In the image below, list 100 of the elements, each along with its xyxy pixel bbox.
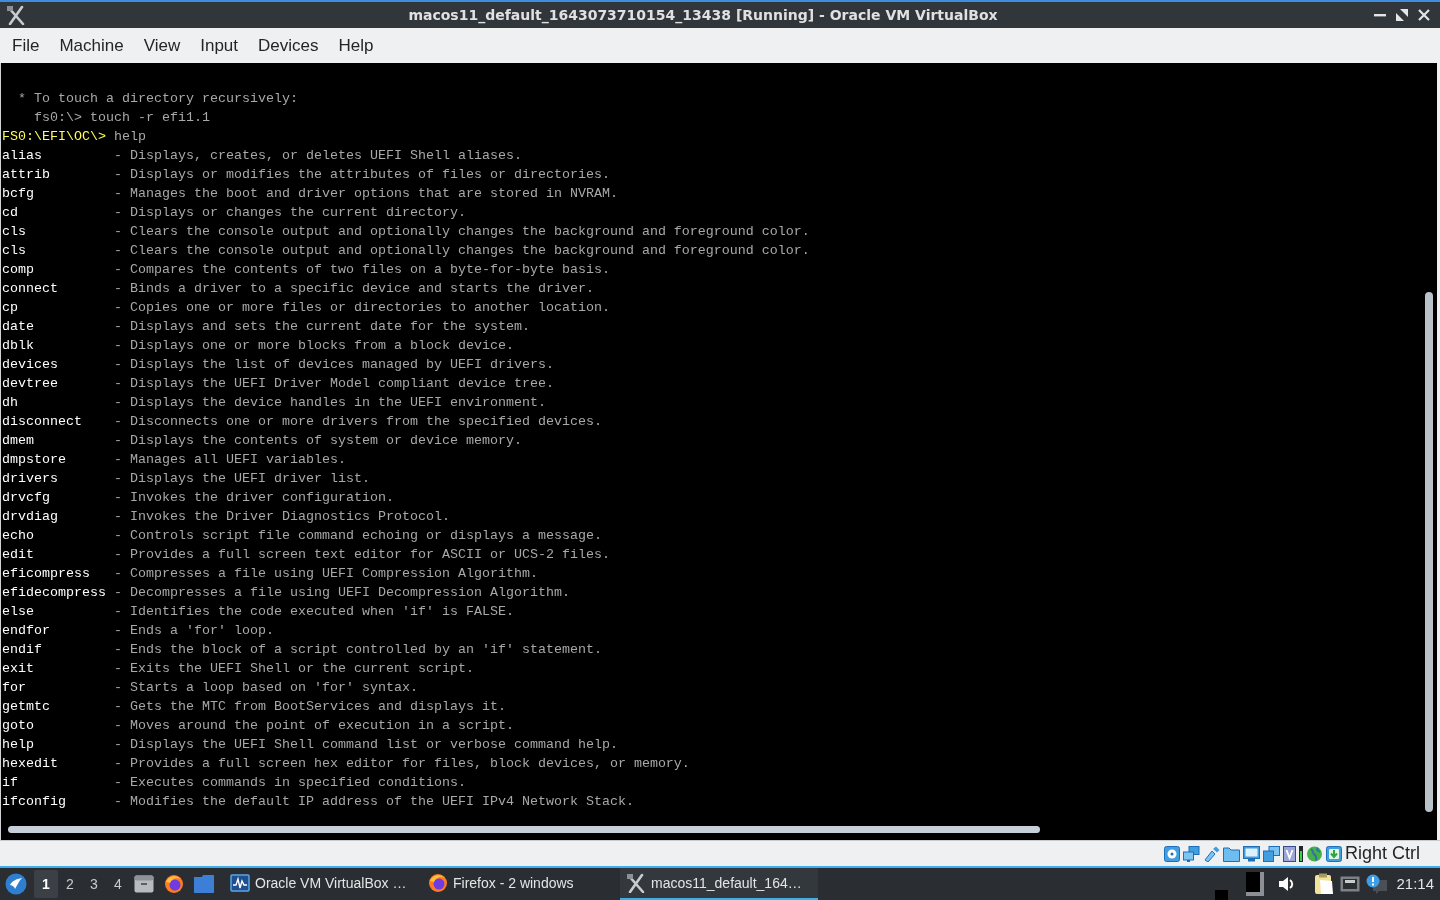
desktop-switch[interactable]: 4 bbox=[106, 870, 130, 898]
command-description: - Displays and sets the current date for the system. bbox=[114, 318, 530, 336]
command-description: - Invokes the driver configuration. bbox=[114, 489, 394, 507]
browser-icon[interactable] bbox=[164, 874, 184, 894]
command-name: endfor bbox=[2, 622, 51, 640]
command-name: dh bbox=[2, 394, 19, 412]
command-name: alias bbox=[2, 147, 43, 165]
menu-item[interactable]: View bbox=[133, 28, 191, 63]
command-description: - Exits the UEFI Shell or the current script. bbox=[114, 660, 474, 678]
menu-item[interactable]: File bbox=[2, 28, 50, 63]
command-name: hexedit bbox=[2, 755, 59, 773]
command-description: - Moves around the point of execution in a script. bbox=[114, 717, 514, 735]
command-description: - Starts a loop based on 'for' syntax. bbox=[114, 679, 418, 697]
command-description: - Displays, creates, or deletes UEFI Shell aliases. bbox=[114, 147, 522, 165]
globe-icon[interactable] bbox=[1306, 845, 1323, 862]
command-description: - Ends a 'for' loop. bbox=[114, 622, 274, 640]
rectangle-icon[interactable] bbox=[1246, 872, 1265, 896]
drawer-icon[interactable] bbox=[134, 875, 154, 893]
command-description: - Compares the contents of two files on a byte-for-byte basis. bbox=[114, 261, 610, 279]
command-description: - Controls script file command echoing or displays a message. bbox=[114, 527, 602, 545]
command-description: - Displays or changes the current directory. bbox=[114, 204, 466, 222]
horizontal-scrollbar[interactable] bbox=[8, 826, 1040, 833]
start-menu-icon[interactable] bbox=[5, 873, 27, 895]
download-arrow-icon[interactable] bbox=[1326, 845, 1342, 862]
monitor-icon[interactable] bbox=[1243, 845, 1260, 862]
command-name: for bbox=[2, 679, 27, 697]
task-label: macos11_default_164… bbox=[651, 873, 802, 893]
command-description: - Compresses a file using UEFI Compression Algorithm. bbox=[114, 565, 538, 583]
square-icon bbox=[1215, 890, 1229, 900]
command-name: drvdiag bbox=[2, 508, 59, 526]
command-name: devices bbox=[2, 356, 59, 374]
host-key-label: Right Ctrl bbox=[1345, 842, 1420, 865]
task-button[interactable]: Oracle VM VirtualBox … bbox=[224, 868, 422, 900]
chip-icon[interactable] bbox=[1283, 845, 1296, 862]
vertical-scrollbar[interactable] bbox=[1425, 292, 1433, 812]
command-name: drvcfg bbox=[2, 489, 51, 507]
command-name: bcfg bbox=[2, 185, 35, 203]
command-name: devtree bbox=[2, 375, 59, 393]
speaker-icon[interactable] bbox=[1278, 876, 1295, 892]
network-port-icon[interactable] bbox=[1340, 876, 1361, 892]
command-description: - Displays the contents of system or device memory. bbox=[114, 432, 522, 450]
command-name: connect bbox=[2, 280, 59, 298]
command-name: cp bbox=[2, 299, 19, 317]
command-name: cls bbox=[2, 223, 27, 241]
command-name: edit bbox=[2, 546, 35, 564]
command-name: exit bbox=[2, 660, 35, 678]
command-name: eficompress bbox=[2, 565, 91, 583]
activity-bar-icon bbox=[1299, 845, 1303, 862]
command-description: - Invokes the Driver Diagnostics Protocol. bbox=[114, 508, 450, 526]
window-icon[interactable] bbox=[194, 875, 214, 893]
command-name: drivers bbox=[2, 470, 59, 488]
command-name: help bbox=[2, 736, 35, 754]
command-name: cd bbox=[2, 204, 19, 222]
task-button[interactable]: macos11_default_164… bbox=[620, 868, 818, 900]
command-name: echo bbox=[2, 527, 35, 545]
command-description: - Displays one or more blocks from a block device. bbox=[114, 337, 514, 355]
desktop-switch[interactable]: 2 bbox=[58, 870, 82, 898]
close-icon[interactable] bbox=[1418, 9, 1430, 21]
notification-icon[interactable] bbox=[1366, 874, 1389, 894]
command-name: dmpstore bbox=[2, 451, 67, 469]
task-button[interactable]: Firefox - 2 windows bbox=[422, 868, 620, 900]
command-description: - Modifies the default IP address of the UEFI IPv4 Network Stack. bbox=[114, 793, 634, 811]
command-name: goto bbox=[2, 717, 35, 735]
command-description: - Copies one or more files or directories to another location. bbox=[114, 299, 610, 317]
command-name: date bbox=[2, 318, 35, 336]
menu-item[interactable]: Machine bbox=[49, 28, 134, 63]
command-description: - Displays the UEFI Driver Model compliant device tree. bbox=[114, 375, 554, 393]
menu-item[interactable]: Devices bbox=[248, 28, 329, 63]
command-description: - Clears the console output and optionally changes the background and foreground color. bbox=[114, 223, 810, 241]
command-name: cls bbox=[2, 242, 27, 260]
command-name: getmtc bbox=[2, 698, 51, 716]
clock[interactable]: 21:14 bbox=[1396, 872, 1434, 896]
command-name: efidecompress bbox=[2, 584, 107, 602]
monitors-icon[interactable] bbox=[1183, 845, 1200, 862]
command-description: - Identifies the code executed when 'if' is FALSE. bbox=[114, 603, 514, 621]
desktop-switch[interactable]: 3 bbox=[82, 870, 106, 898]
desktop-switch[interactable]: 1 bbox=[34, 870, 58, 898]
command-description: - Decompresses a file using UEFI Decompression Algorithm. bbox=[114, 584, 570, 602]
command-description: - Provides a full screen text editor for ASCII or UCS-2 files. bbox=[114, 546, 610, 564]
maximize-icon[interactable] bbox=[1396, 9, 1408, 21]
usb-stick-icon[interactable] bbox=[1203, 845, 1220, 862]
command-name: ifconfig bbox=[2, 793, 67, 811]
command-description: - Provides a full screen hex editor for files, block devices, or memory. bbox=[114, 755, 690, 773]
menu-item[interactable]: Input bbox=[190, 28, 249, 63]
command-name: attrib bbox=[2, 166, 51, 184]
command-description: - Clears the console output and optionally changes the background and foreground color. bbox=[114, 242, 810, 260]
menu-item[interactable]: Help bbox=[328, 28, 384, 63]
cross-logo-icon bbox=[6, 5, 26, 25]
browser-icon bbox=[428, 873, 448, 893]
command-description: - Manages all UEFI variables. bbox=[114, 451, 346, 469]
command-description: - Displays or modifies the attributes of files or directories. bbox=[114, 166, 610, 184]
command-name: endif bbox=[2, 641, 43, 659]
command-description: - Displays the device handles in the UEFI environment. bbox=[114, 394, 546, 412]
windows-icon[interactable] bbox=[1263, 845, 1280, 862]
task-label: Oracle VM VirtualBox … bbox=[255, 873, 407, 893]
folder-icon[interactable] bbox=[1223, 845, 1240, 862]
command-description: - Disconnects one or more drivers from the specified devices. bbox=[114, 413, 602, 431]
console-note: * To touch a directory recursively: bbox=[18, 90, 298, 108]
clipboard-icon[interactable] bbox=[1314, 873, 1335, 895]
command-name: if bbox=[2, 774, 19, 792]
